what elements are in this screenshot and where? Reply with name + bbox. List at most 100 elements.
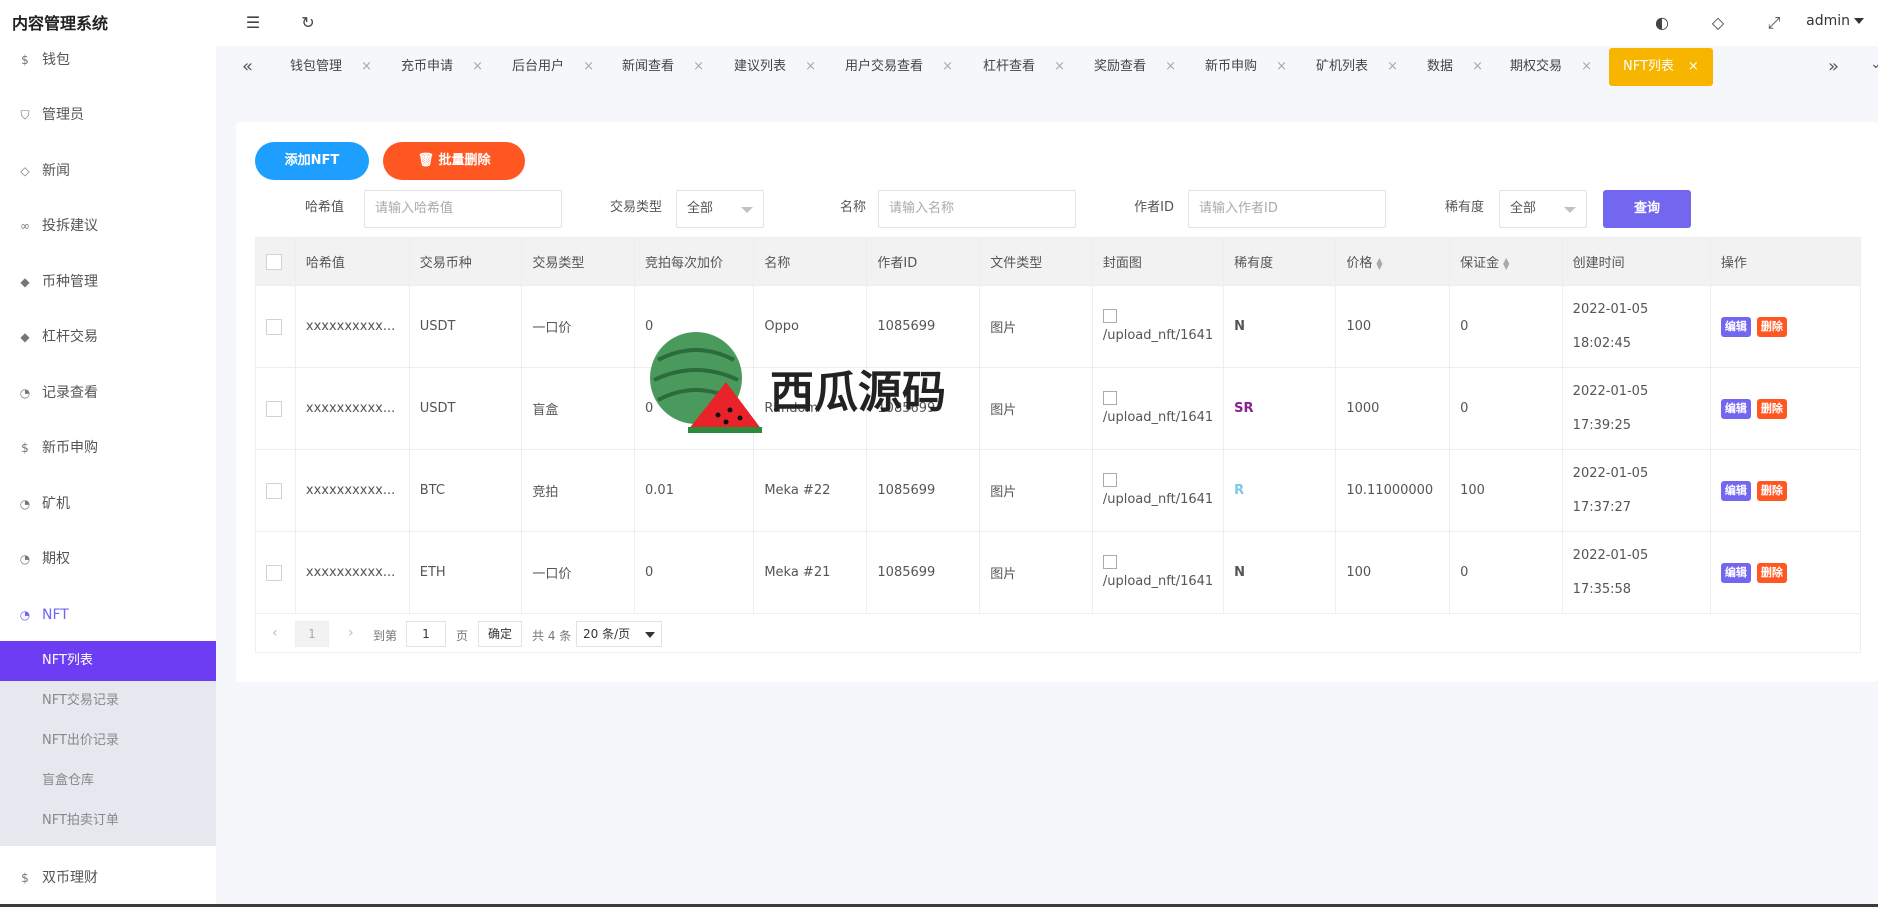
- close-icon[interactable]: ×: [1688, 59, 1699, 74]
- sidebar-sub-nft-trades[interactable]: NFT交易记录: [0, 681, 216, 721]
- page-confirm-button[interactable]: 确定: [478, 621, 522, 647]
- tabs-scroll-right-icon[interactable]: »: [1828, 56, 1839, 77]
- cover-image[interactable]: /upload_nft/1641: [1102, 390, 1213, 427]
- tab-nft-list[interactable]: NFT列表 ×: [1609, 48, 1713, 86]
- sidebar-item-leverage[interactable]: ◆ 杠杆交易: [0, 317, 216, 357]
- fullscreen-icon[interactable]: ⤢: [1764, 13, 1784, 33]
- query-button[interactable]: 查询: [1603, 190, 1691, 228]
- tag-icon[interactable]: ◇: [1708, 13, 1728, 33]
- edit-button[interactable]: 编辑: [1720, 480, 1751, 501]
- tab-admin-users[interactable]: 后台用户 ×: [512, 48, 594, 86]
- sidebar-sub-nft-list[interactable]: NFT列表: [0, 641, 216, 681]
- coin-cell: USDT: [408, 285, 523, 368]
- hash-input[interactable]: 请输入哈希值: [364, 190, 562, 228]
- row-checkbox[interactable]: [266, 318, 282, 335]
- tab-deposit[interactable]: 充币申请 ×: [401, 48, 483, 86]
- edit-button[interactable]: 编辑: [1720, 562, 1751, 583]
- palette-icon[interactable]: ◐: [1652, 13, 1672, 33]
- sidebar-item-admins[interactable]: ⛉ 管理员: [0, 95, 216, 135]
- sidebar-item-miner[interactable]: ◔ 矿机: [0, 484, 216, 524]
- delete-button[interactable]: 删除: [1756, 316, 1787, 337]
- sidebar-item-wallet[interactable]: $ 钱包: [0, 40, 216, 80]
- tab-miners[interactable]: 矿机列表 ×: [1316, 48, 1398, 86]
- close-icon[interactable]: ×: [805, 48, 816, 86]
- row-checkbox[interactable]: [266, 564, 282, 581]
- sidebar-item-options[interactable]: ◔ 期权: [0, 539, 216, 579]
- page-jump-input[interactable]: 1: [406, 621, 446, 647]
- row-checkbox[interactable]: [266, 482, 282, 499]
- nft-table: 哈希值 交易币种 交易类型 竞拍每次加价 名称 作者ID 文件类型 封面图 稀有…: [255, 237, 1862, 614]
- menu-collapse-icon[interactable]: ☰: [243, 13, 263, 33]
- col-cover: 封面图: [1091, 237, 1225, 286]
- diamond-icon: ◆: [20, 275, 30, 289]
- chevron-down-icon: [645, 632, 655, 638]
- col-deposit[interactable]: 保证金 ▲ ▼: [1449, 237, 1563, 286]
- author-input[interactable]: 请输入作者ID: [1188, 190, 1386, 228]
- sidebar-item-dual-finance[interactable]: $ 双币理财: [0, 858, 216, 898]
- row-checkbox[interactable]: [266, 400, 282, 417]
- created-cell: 2022-01-05 18:02:45: [1561, 285, 1711, 368]
- edit-button[interactable]: 编辑: [1720, 398, 1751, 419]
- sort-icon[interactable]: ▲ ▼: [1376, 256, 1382, 270]
- tab-suggestions[interactable]: 建议列表 ×: [734, 48, 816, 86]
- user-menu[interactable]: admin: [1806, 13, 1864, 29]
- refresh-icon[interactable]: ↻: [298, 13, 318, 33]
- cover-image[interactable]: /upload_nft/1641: [1102, 472, 1213, 509]
- delete-button[interactable]: 删除: [1756, 562, 1787, 583]
- prev-page-icon[interactable]: ‹: [272, 625, 278, 641]
- sidebar-sub-nft-bids[interactable]: NFT出价记录: [0, 721, 216, 761]
- close-icon[interactable]: ×: [361, 48, 372, 86]
- close-icon[interactable]: ×: [583, 48, 594, 86]
- page-size-select[interactable]: 20 条/页: [576, 621, 662, 647]
- sidebar-item-suggestions[interactable]: ∞ 投拆建议: [0, 206, 216, 246]
- sidebar-sub-blindbox[interactable]: 盲盒仓库: [0, 761, 216, 801]
- next-page-icon[interactable]: ›: [348, 625, 354, 641]
- close-icon[interactable]: ×: [942, 48, 953, 86]
- tab-options[interactable]: 期权交易 ×: [1510, 48, 1592, 86]
- trade-type-label: 交易类型: [609, 200, 662, 215]
- close-icon[interactable]: ×: [472, 48, 483, 86]
- chevron-down-icon[interactable]: ⌄: [1870, 56, 1878, 72]
- tabs-scroll-left-icon[interactable]: «: [242, 56, 253, 77]
- tab-leverage[interactable]: 杠杆查看 ×: [983, 48, 1065, 86]
- name-input[interactable]: 请输入名称: [878, 190, 1076, 228]
- sidebar-item-coins[interactable]: ◆ 币种管理: [0, 262, 216, 302]
- author-cell: 1085699: [866, 449, 981, 532]
- delete-button[interactable]: 删除: [1756, 480, 1787, 501]
- cover-image[interactable]: /upload_nft/1641: [1102, 554, 1213, 591]
- close-icon[interactable]: ×: [1054, 48, 1065, 86]
- col-price[interactable]: 价格 ▲ ▼: [1335, 237, 1451, 286]
- close-icon[interactable]: ×: [1472, 48, 1483, 86]
- table-row: xxxxxxxxxx... BTC 竞拍 0.01 Meka #22 1085699 图片 /…: [255, 449, 1862, 532]
- tab-data[interactable]: 数据 ×: [1427, 48, 1483, 86]
- batch-delete-button[interactable]: 🗑 批量删除: [383, 142, 525, 180]
- close-icon[interactable]: ×: [1581, 48, 1592, 86]
- tab-news[interactable]: 新闻查看 ×: [622, 48, 704, 86]
- tab-user-trades[interactable]: 用户交易查看 ×: [845, 48, 953, 86]
- close-icon[interactable]: ×: [1165, 48, 1176, 86]
- content-card: 添加NFT 🗑 批量删除 哈希值 请输入哈希值 交易类型 全部 名称 请输入名称…: [236, 122, 1878, 682]
- cover-image[interactable]: /upload_nft/1641: [1102, 308, 1213, 345]
- select-all-checkbox[interactable]: [266, 253, 282, 270]
- close-icon[interactable]: ×: [693, 48, 704, 86]
- rarity-select[interactable]: 全部: [1499, 190, 1587, 228]
- trash-icon: 🗑: [417, 153, 439, 168]
- link-icon: ∞: [20, 219, 30, 233]
- sidebar-sub-auction-orders[interactable]: NFT拍卖订单: [0, 801, 216, 841]
- sidebar-item-records[interactable]: ◔ 记录查看: [0, 373, 216, 413]
- tab-new-coins[interactable]: 新币申购 ×: [1205, 48, 1287, 86]
- sort-icon[interactable]: ▲ ▼: [1503, 256, 1509, 270]
- sidebar-item-nft[interactable]: ◔ NFT: [0, 595, 216, 635]
- tab-label: 新闻查看: [622, 59, 675, 74]
- close-icon[interactable]: ×: [1276, 48, 1287, 86]
- add-nft-button[interactable]: 添加NFT: [255, 142, 369, 180]
- edit-button[interactable]: 编辑: [1720, 316, 1751, 337]
- tab-rewards[interactable]: 奖励查看 ×: [1094, 48, 1176, 86]
- sidebar-item-ico[interactable]: $ 新币申购: [0, 428, 216, 468]
- tab-wallet[interactable]: 钱包管理 ×: [290, 48, 372, 86]
- trade-type-select[interactable]: 全部: [676, 190, 764, 228]
- current-page[interactable]: 1: [295, 621, 329, 647]
- close-icon[interactable]: ×: [1387, 48, 1398, 86]
- delete-button[interactable]: 删除: [1756, 398, 1787, 419]
- sidebar-item-news[interactable]: ◇ 新闻: [0, 151, 216, 191]
